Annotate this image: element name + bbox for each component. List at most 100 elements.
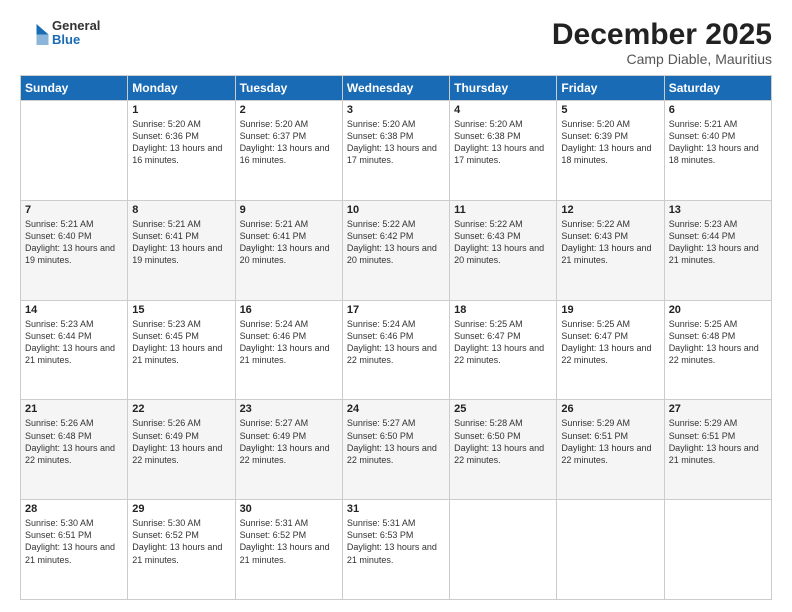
cell-info: Sunrise: 5:25 AMSunset: 6:47 PMDaylight:… (561, 318, 659, 367)
calendar-cell: 13 Sunrise: 5:23 AMSunset: 6:44 PMDayligh… (664, 200, 771, 300)
dow-header-sunday: Sunday (21, 76, 128, 101)
cell-info: Sunrise: 5:21 AMSunset: 6:40 PMDaylight:… (669, 118, 767, 167)
calendar-cell: 9 Sunrise: 5:21 AMSunset: 6:41 PMDaylight… (235, 200, 342, 300)
logo-blue: Blue (52, 33, 100, 47)
calendar-cell (664, 500, 771, 600)
day-number: 10 (347, 204, 445, 216)
calendar-cell (450, 500, 557, 600)
dow-header-saturday: Saturday (664, 76, 771, 101)
calendar-cell: 4 Sunrise: 5:20 AMSunset: 6:38 PMDaylight… (450, 101, 557, 201)
calendar-cell: 20 Sunrise: 5:25 AMSunset: 6:48 PMDayligh… (664, 300, 771, 400)
day-number: 7 (25, 204, 123, 216)
day-number: 2 (240, 104, 338, 116)
cell-info: Sunrise: 5:20 AMSunset: 6:37 PMDaylight:… (240, 118, 338, 167)
day-number: 5 (561, 104, 659, 116)
day-of-week-row: SundayMondayTuesdayWednesdayThursdayFrid… (21, 76, 772, 101)
day-number: 4 (454, 104, 552, 116)
week-row-5: 28 Sunrise: 5:30 AMSunset: 6:51 PMDayligh… (21, 500, 772, 600)
cell-info: Sunrise: 5:28 AMSunset: 6:50 PMDaylight:… (454, 417, 552, 466)
header: General Blue December 2025 Camp Diable, … (20, 18, 772, 67)
cell-info: Sunrise: 5:23 AMSunset: 6:44 PMDaylight:… (25, 318, 123, 367)
day-number: 27 (669, 403, 767, 415)
cell-info: Sunrise: 5:24 AMSunset: 6:46 PMDaylight:… (347, 318, 445, 367)
day-number: 15 (132, 304, 230, 316)
calendar-cell (557, 500, 664, 600)
cell-info: Sunrise: 5:25 AMSunset: 6:48 PMDaylight:… (669, 318, 767, 367)
day-number: 9 (240, 204, 338, 216)
cell-info: Sunrise: 5:31 AMSunset: 6:52 PMDaylight:… (240, 517, 338, 566)
dow-header-wednesday: Wednesday (342, 76, 449, 101)
logo-icon (20, 18, 50, 48)
calendar-cell: 6 Sunrise: 5:21 AMSunset: 6:40 PMDaylight… (664, 101, 771, 201)
title-location: Camp Diable, Mauritius (552, 51, 772, 67)
day-number: 17 (347, 304, 445, 316)
calendar-cell: 29Sunrise: 5:30 AMSunset: 6:52 PMDayligh… (128, 500, 235, 600)
day-number: 31 (347, 503, 445, 515)
calendar-cell: 22 Sunrise: 5:26 AMSunset: 6:49 PMDayligh… (128, 400, 235, 500)
day-number: 23 (240, 403, 338, 415)
calendar-cell: 5 Sunrise: 5:20 AMSunset: 6:39 PMDaylight… (557, 101, 664, 201)
title-month: December 2025 (552, 18, 772, 51)
cell-info: Sunrise: 5:20 AMSunset: 6:38 PMDaylight:… (347, 118, 445, 167)
calendar-cell: 18 Sunrise: 5:25 AMSunset: 6:47 PMDayligh… (450, 300, 557, 400)
week-row-1: 1 Sunrise: 5:20 AMSunset: 6:36 PMDaylight… (21, 101, 772, 201)
dow-header-thursday: Thursday (450, 76, 557, 101)
cell-info: Sunrise: 5:20 AMSunset: 6:38 PMDaylight:… (454, 118, 552, 167)
week-row-2: 7 Sunrise: 5:21 AMSunset: 6:40 PMDaylight… (21, 200, 772, 300)
cell-info: Sunrise: 5:26 AMSunset: 6:48 PMDaylight:… (25, 417, 123, 466)
calendar-cell: 7 Sunrise: 5:21 AMSunset: 6:40 PMDaylight… (21, 200, 128, 300)
day-number: 18 (454, 304, 552, 316)
day-number: 13 (669, 204, 767, 216)
cell-info: Sunrise: 5:25 AMSunset: 6:47 PMDaylight:… (454, 318, 552, 367)
day-number: 6 (669, 104, 767, 116)
calendar-cell: 11Sunrise: 5:22 AMSunset: 6:43 PMDayligh… (450, 200, 557, 300)
day-number: 30 (240, 503, 338, 515)
dow-header-tuesday: Tuesday (235, 76, 342, 101)
cell-info: Sunrise: 5:26 AMSunset: 6:49 PMDaylight:… (132, 417, 230, 466)
calendar-cell: 25 Sunrise: 5:28 AMSunset: 6:50 PMDayligh… (450, 400, 557, 500)
calendar-cell: 27 Sunrise: 5:29 AMSunset: 6:51 PMDayligh… (664, 400, 771, 500)
cell-info: Sunrise: 5:30 AMSunset: 6:52 PMDaylight:… (132, 517, 230, 566)
cell-info: Sunrise: 5:21 AMSunset: 6:40 PMDaylight:… (25, 218, 123, 267)
day-number: 20 (669, 304, 767, 316)
cell-info: Sunrise: 5:22 AMSunset: 6:43 PMDaylight:… (454, 218, 552, 267)
dow-header-monday: Monday (128, 76, 235, 101)
cell-info: Sunrise: 5:22 AMSunset: 6:43 PMDaylight:… (561, 218, 659, 267)
day-number: 8 (132, 204, 230, 216)
calendar-cell: 19 Sunrise: 5:25 AMSunset: 6:47 PMDayligh… (557, 300, 664, 400)
day-number: 22 (132, 403, 230, 415)
calendar-cell: 1 Sunrise: 5:20 AMSunset: 6:36 PMDaylight… (128, 101, 235, 201)
calendar-cell: 21 Sunrise: 5:26 AMSunset: 6:48 PMDayligh… (21, 400, 128, 500)
calendar-cell: 31Sunrise: 5:31 AMSunset: 6:53 PMDayligh… (342, 500, 449, 600)
day-number: 1 (132, 104, 230, 116)
calendar-cell: 2 Sunrise: 5:20 AMSunset: 6:37 PMDaylight… (235, 101, 342, 201)
day-number: 19 (561, 304, 659, 316)
calendar-cell: 10 Sunrise: 5:22 AMSunset: 6:42 PMDayligh… (342, 200, 449, 300)
calendar-cell: 15Sunrise: 5:23 AMSunset: 6:45 PMDayligh… (128, 300, 235, 400)
cell-info: Sunrise: 5:29 AMSunset: 6:51 PMDaylight:… (669, 417, 767, 466)
logo-general: General (52, 19, 100, 33)
week-row-4: 21 Sunrise: 5:26 AMSunset: 6:48 PMDayligh… (21, 400, 772, 500)
cell-info: Sunrise: 5:20 AMSunset: 6:36 PMDaylight:… (132, 118, 230, 167)
cell-info: Sunrise: 5:20 AMSunset: 6:39 PMDaylight:… (561, 118, 659, 167)
day-number: 12 (561, 204, 659, 216)
calendar-cell: 28 Sunrise: 5:30 AMSunset: 6:51 PMDayligh… (21, 500, 128, 600)
cell-info: Sunrise: 5:22 AMSunset: 6:42 PMDaylight:… (347, 218, 445, 267)
cell-info: Sunrise: 5:23 AMSunset: 6:44 PMDaylight:… (669, 218, 767, 267)
cell-info: Sunrise: 5:29 AMSunset: 6:51 PMDaylight:… (561, 417, 659, 466)
calendar-cell: 3 Sunrise: 5:20 AMSunset: 6:38 PMDaylight… (342, 101, 449, 201)
cell-info: Sunrise: 5:21 AMSunset: 6:41 PMDaylight:… (132, 218, 230, 267)
day-number: 28 (25, 503, 123, 515)
day-number: 25 (454, 403, 552, 415)
cell-info: Sunrise: 5:30 AMSunset: 6:51 PMDaylight:… (25, 517, 123, 566)
calendar-cell: 23Sunrise: 5:27 AMSunset: 6:49 PMDayligh… (235, 400, 342, 500)
calendar-cell: 26Sunrise: 5:29 AMSunset: 6:51 PMDayligh… (557, 400, 664, 500)
calendar-cell: 17 Sunrise: 5:24 AMSunset: 6:46 PMDayligh… (342, 300, 449, 400)
week-row-3: 14Sunrise: 5:23 AMSunset: 6:44 PMDayligh… (21, 300, 772, 400)
calendar-cell: 16Sunrise: 5:24 AMSunset: 6:46 PMDayligh… (235, 300, 342, 400)
day-number: 24 (347, 403, 445, 415)
logo-text: General Blue (52, 19, 100, 48)
day-number: 3 (347, 104, 445, 116)
cell-info: Sunrise: 5:21 AMSunset: 6:41 PMDaylight:… (240, 218, 338, 267)
day-number: 21 (25, 403, 123, 415)
